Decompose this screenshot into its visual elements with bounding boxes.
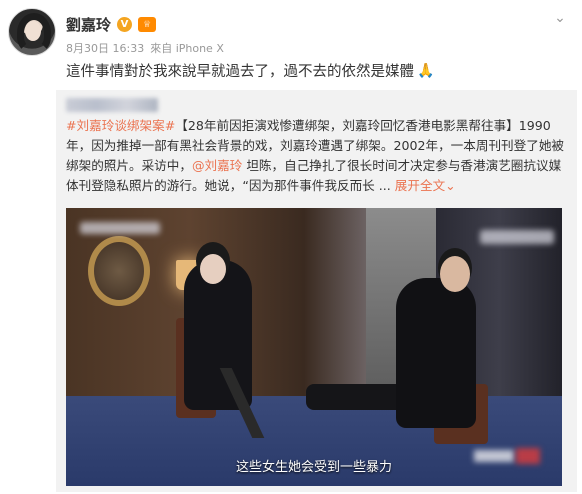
video-watermark-blurred-left (80, 222, 160, 234)
mention-link[interactable]: @刘嘉玲 (192, 158, 242, 173)
pray-icon: 🙏 (417, 62, 435, 79)
repost-card[interactable]: #刘嘉玲谈绑架案#【28年前因拒演戏惨遭绑架，刘嘉玲回忆香港电影黑帮往事】199… (56, 90, 577, 492)
video-player[interactable]: 这些女生她会受到一些暴力 (66, 208, 562, 486)
avatar-face (25, 21, 41, 41)
video-man-head (440, 256, 470, 292)
member-crown-icon: ♕ (138, 17, 157, 32)
post-body: 這件事情對於我來說早就過去了，過不去的依然是媒體 (66, 64, 414, 80)
video-man (396, 278, 476, 428)
hashtag-link[interactable]: #刘嘉玲谈绑架案# (66, 118, 175, 133)
expand-full-text-link[interactable]: 展开全文⌄ (395, 178, 456, 193)
post-date[interactable]: 8月30日 16:33 (66, 40, 144, 56)
video-watermark-blurred-right (480, 230, 554, 244)
video-subtitle: 这些女生她会受到一些暴力 (235, 460, 392, 475)
chevron-down-icon[interactable]: ⌄ (552, 10, 568, 26)
repost-username-blurred (66, 98, 158, 112)
username[interactable]: 劉嘉玲 (66, 14, 111, 35)
video-mirror (88, 236, 150, 306)
post-source: 來自 iPhone X (150, 42, 224, 55)
avatar[interactable] (8, 8, 56, 56)
post-text: 這件事情對於我來說早就過去了，過不去的依然是媒體 🙏 (66, 60, 434, 81)
expand-icon: ⌄ (445, 178, 456, 193)
user-row: 劉嘉玲 V ♕ (66, 14, 157, 35)
expand-label: 展开全文 (394, 178, 446, 193)
post-meta: 8月30日 16:33 來自 iPhone X (66, 40, 224, 56)
repost-body: #刘嘉玲谈绑架案#【28年前因拒演戏惨遭绑架，刘嘉玲回忆香港电影黑帮往事】199… (66, 116, 571, 196)
video-woman-head (200, 254, 226, 284)
verified-icon: V (117, 17, 133, 32)
